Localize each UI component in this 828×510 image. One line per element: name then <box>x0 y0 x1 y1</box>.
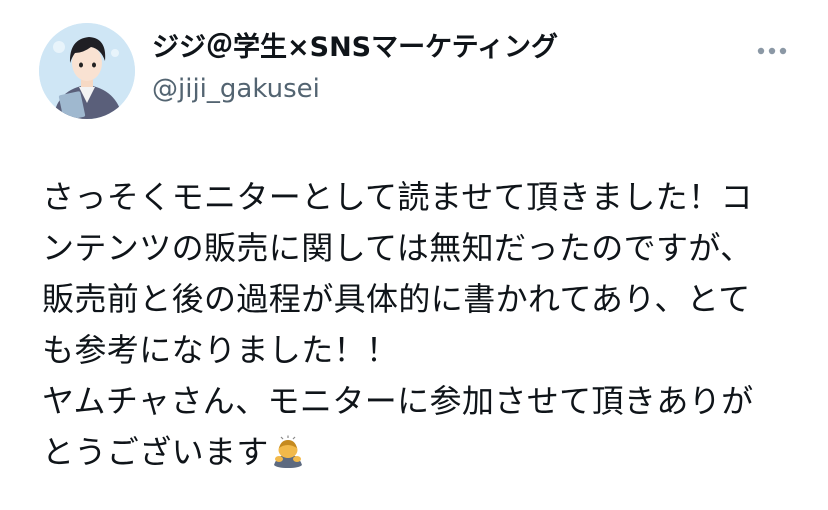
display-name[interactable]: ジジ＠学生×SNSマーケティング <box>152 30 558 66</box>
user-block: ジジ＠学生×SNSマーケティング @jiji_gakusei <box>152 30 558 106</box>
tweet-line: さっそくモニターとして読ませて頂きました！コ <box>42 178 753 216</box>
tweet-line: も参考になりました！！ <box>42 331 399 369</box>
tweet-line: ンテンツの販売に関しては無知だったのですが、 <box>42 229 753 267</box>
tweet-card: ジジ＠学生×SNSマーケティング @jiji_gakusei さっそくモニターと… <box>0 0 828 510</box>
tweet-text: さっそくモニターとして読ませて頂きました！コ ンテンツの販売に関しては無知だった… <box>42 172 812 484</box>
tweet-line: ヤムチャさん、モニターに参加させて頂きありが <box>42 382 754 420</box>
tweet-line-last: とうございます <box>42 427 812 484</box>
tweet-line: 販売前と後の過程が具体的に書かれてあり、とて <box>42 280 751 318</box>
tweet-line: とうございます <box>42 433 269 471</box>
more-horizontal-icon <box>757 47 787 55</box>
bowing-person-emoji <box>271 433 305 484</box>
user-handle[interactable]: @jiji_gakusei <box>152 72 558 106</box>
more-options-button[interactable] <box>752 38 792 64</box>
avatar[interactable] <box>39 23 135 119</box>
